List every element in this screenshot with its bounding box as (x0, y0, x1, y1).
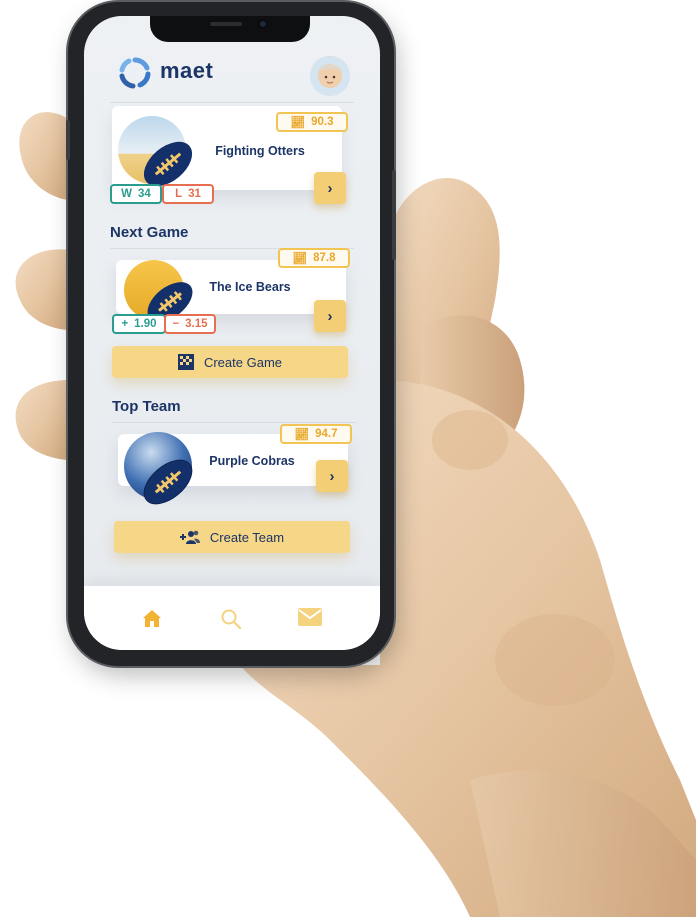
wins-label: W (121, 188, 133, 200)
add-group-icon (179, 530, 200, 544)
top-team-rating-badge: 📈︎ 94.7 (280, 424, 352, 444)
chevron-right-icon: › (329, 467, 335, 485)
featured-team-image (112, 106, 196, 190)
football-icon (118, 116, 193, 187)
trend-chart-icon: 📈︎ (294, 429, 310, 441)
create-team-label: Create Team (209, 529, 285, 545)
avatar-face (310, 56, 350, 96)
app-name: maet (160, 58, 214, 83)
featured-rating-badge: 📈︎ 90.3 (276, 112, 348, 132)
chevron-right-icon: › (327, 179, 333, 197)
odds-plus-badge: + 1.90 (112, 314, 166, 334)
next-game-team-image (118, 256, 196, 318)
losses-value: 31 (188, 188, 201, 200)
chevron-right-icon: › (327, 307, 333, 325)
featured-team-next-button[interactable]: › (314, 172, 346, 204)
next-game-next-button[interactable]: › (314, 300, 346, 332)
next-game-rating-badge: 📈︎ 87.8 (278, 248, 350, 268)
top-team-image (120, 428, 200, 506)
odds-minus-badge: − 3.15 (164, 314, 216, 334)
mail-icon[interactable] (298, 608, 322, 626)
top-team-next-button[interactable]: › (316, 460, 348, 492)
plus-value: 1.90 (134, 318, 157, 330)
losses-badge: L 31 (162, 184, 214, 204)
ring-logo-icon (119, 57, 151, 89)
phone-side-button (392, 170, 396, 260)
trend-chart-icon: 📈︎ (290, 117, 306, 129)
front-camera (258, 19, 268, 29)
phone-volume-button (66, 120, 70, 160)
trend-chart-icon: 📈︎ (292, 253, 308, 265)
search-icon[interactable] (220, 608, 242, 630)
checkered-flag-icon (177, 354, 194, 370)
featured-team-name: Fighting Otters (215, 144, 305, 158)
header-divider (110, 102, 354, 103)
minus-value: 3.15 (185, 318, 208, 330)
top-team-name: Purple Cobras (209, 454, 295, 468)
top-team-divider (112, 422, 356, 423)
losses-label: L (175, 188, 183, 200)
top-team-rating-value: 94.7 (315, 428, 338, 440)
wins-badge: W 34 (110, 184, 162, 204)
featured-rating-value: 90.3 (311, 116, 334, 128)
app-screen: maet 📈︎ 90.3 Fighting Otters › W 34 L 31… (84, 16, 380, 650)
football-icon (124, 260, 193, 318)
football-icon (124, 432, 193, 505)
home-icon[interactable] (142, 608, 162, 628)
next-game-rating-value: 87.8 (313, 252, 336, 264)
phone-notch (150, 16, 310, 42)
next-game-team-name: The Ice Bears (209, 280, 291, 294)
bottom-tab-bar (84, 586, 380, 650)
create-game-label: Create Game (203, 354, 283, 370)
top-team-title: Top Team (112, 398, 181, 415)
minus-label: − (172, 318, 180, 330)
create-team-button[interactable]: Create Team (114, 521, 350, 553)
plus-label: + (121, 318, 129, 330)
speaker-grille (210, 22, 242, 26)
create-game-button[interactable]: Create Game (112, 346, 348, 378)
user-avatar[interactable] (310, 56, 350, 96)
wins-value: 34 (138, 188, 151, 200)
next-game-title: Next Game (110, 224, 189, 241)
